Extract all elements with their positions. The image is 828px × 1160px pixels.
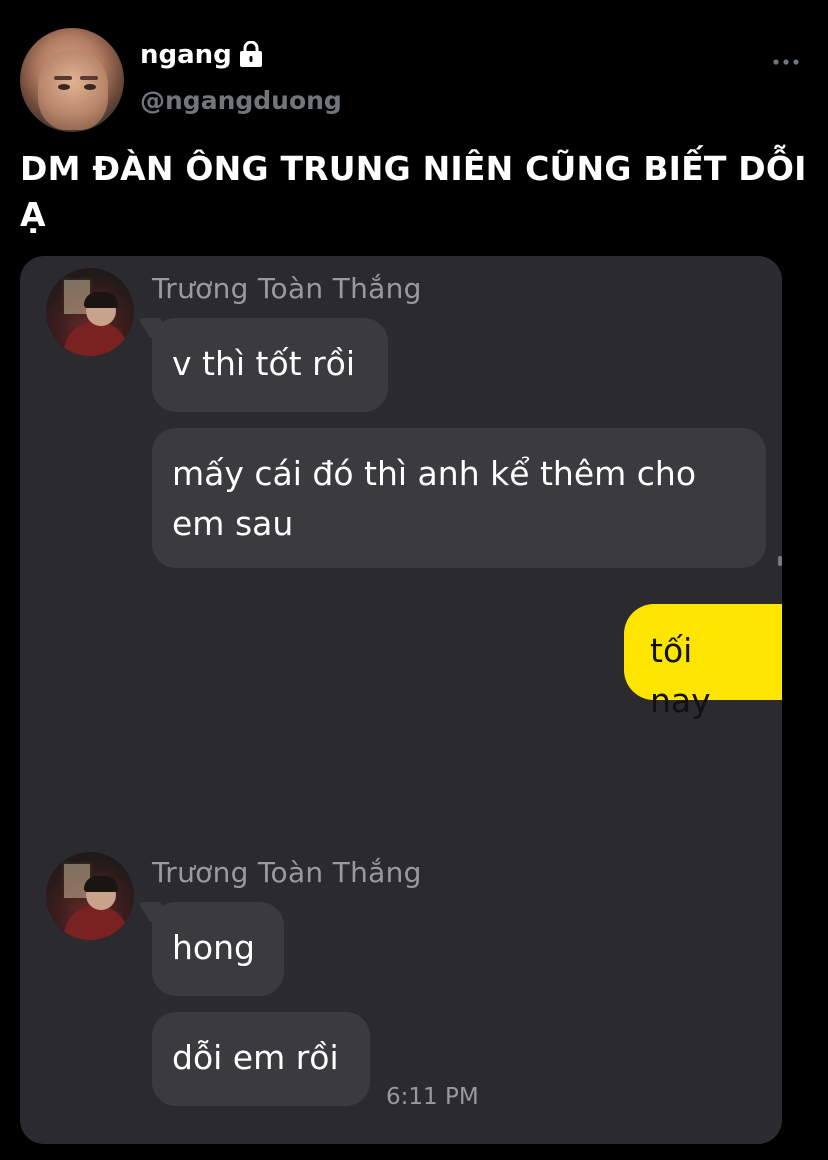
read-indicator <box>778 556 782 566</box>
avatar-brow <box>80 76 98 80</box>
avatar-eye <box>84 84 96 90</box>
author-display-name-row[interactable]: ngang <box>140 40 264 70</box>
tweet-text: DM ĐÀN ÔNG TRUNG NIÊN CŨNG BIẾT DỖI Ạ <box>20 149 807 234</box>
sender-name: Trương Toàn Thắng <box>152 856 422 889</box>
lock-icon <box>238 41 264 69</box>
sender-name: Trương Toàn Thắng <box>152 272 422 305</box>
avatar-brow <box>54 76 72 80</box>
message-text: dỗi em rồi <box>172 1038 339 1077</box>
received-message-bubble: v thì tốt rồi <box>152 318 388 412</box>
received-message-bubble: hong <box>152 902 284 996</box>
received-message-bubble: dỗi em rồi <box>152 1012 370 1106</box>
message-text: mấy cái đó thì anh kể thêm cho em sau <box>172 454 697 543</box>
received-message-bubble: mấy cái đó thì anh kể thêm cho em sau <box>152 428 766 568</box>
message-text: v thì tốt rồi <box>172 344 356 383</box>
contact-avatar <box>46 852 134 940</box>
author-avatar[interactable] <box>20 28 124 132</box>
message-text: hong <box>172 928 255 967</box>
avatar-face <box>38 50 108 130</box>
message-timestamp: 6:11 PM <box>386 1084 479 1110</box>
tweet-media-image[interactable]: Trương Toàn Thắng v thì tốt rồi mấy cái … <box>20 256 782 1144</box>
author-handle[interactable]: @ngangduong <box>140 86 342 115</box>
avatar-eye <box>58 84 70 90</box>
contact-avatar <box>46 268 134 356</box>
ellipsis-icon[interactable] <box>772 52 800 72</box>
sent-message-bubble: tối nay <box>624 604 782 720</box>
author-display-name[interactable]: ngang <box>140 40 232 70</box>
message-text: tối nay <box>650 631 711 720</box>
